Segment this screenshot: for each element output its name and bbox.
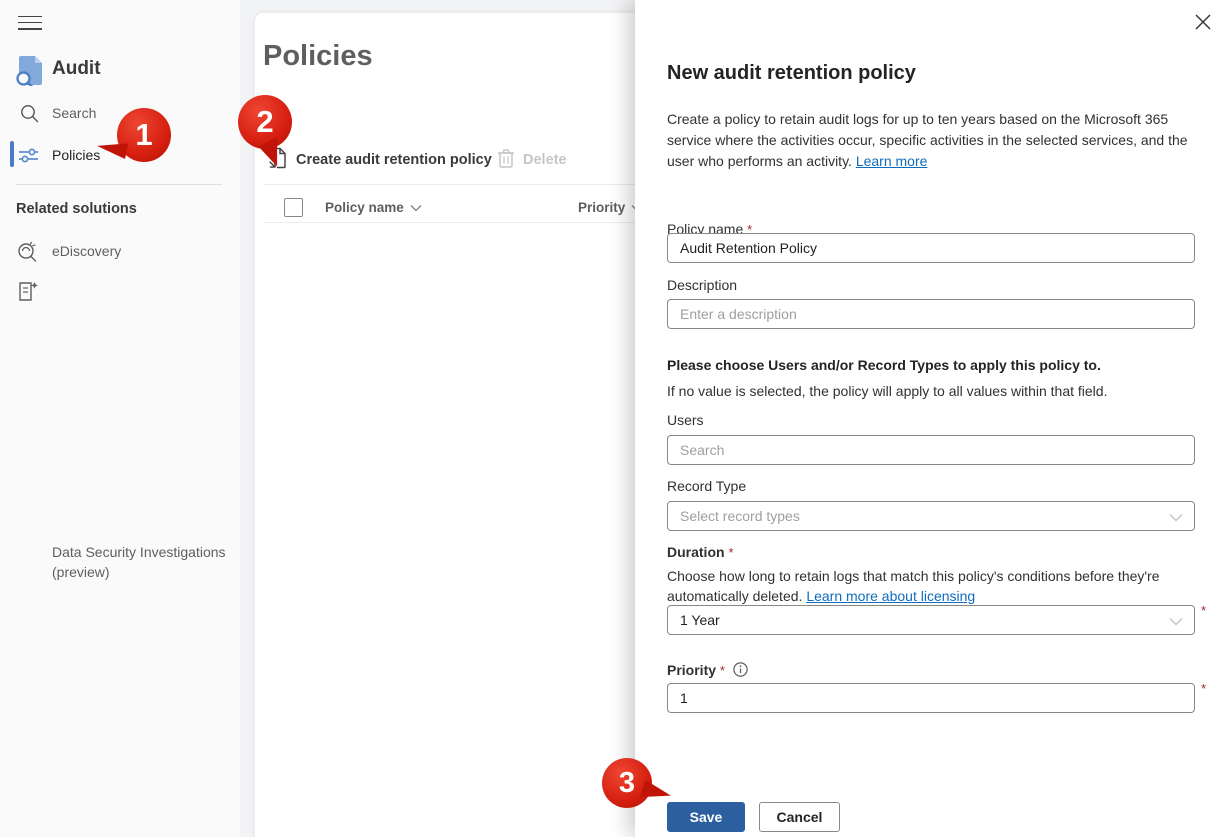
chevron-down-icon bbox=[410, 200, 422, 215]
chevron-down-icon bbox=[1169, 509, 1183, 527]
panel-intro-text: Create a policy to retain audit logs for… bbox=[667, 109, 1199, 172]
sidebar-item-policies-label: Policies bbox=[52, 147, 100, 163]
required-asterisk: * bbox=[728, 545, 733, 560]
policies-sliders-icon bbox=[18, 146, 39, 170]
users-label: Users bbox=[667, 412, 704, 428]
info-icon[interactable] bbox=[733, 664, 748, 680]
duration-label: Duration * bbox=[667, 544, 734, 560]
cancel-button-label: Cancel bbox=[777, 809, 823, 825]
delete-button[interactable]: Delete bbox=[497, 146, 567, 174]
ediscovery-icon bbox=[16, 240, 39, 268]
required-asterisk: * bbox=[720, 663, 725, 678]
priority-label-text: Priority bbox=[667, 662, 716, 678]
toolbar-divider bbox=[263, 184, 635, 185]
policy-name-input[interactable] bbox=[667, 233, 1195, 263]
callout-2-number: 2 bbox=[256, 104, 273, 140]
choose-users-heading: Please choose Users and/or Record Types … bbox=[667, 357, 1101, 373]
callout-1-number: 1 bbox=[135, 117, 152, 153]
record-type-dropdown[interactable] bbox=[667, 501, 1195, 531]
callout-3-badge: 3 bbox=[602, 758, 652, 808]
required-asterisk: * bbox=[1201, 603, 1206, 618]
callout-3-number: 3 bbox=[619, 767, 635, 800]
priority-label: Priority * bbox=[667, 662, 748, 680]
data-security-investigations-icon bbox=[16, 280, 39, 308]
callout-1-badge: 1 bbox=[117, 108, 171, 162]
policy-name-column-label: Policy name bbox=[325, 200, 404, 215]
save-button[interactable]: Save bbox=[667, 802, 745, 832]
sidebar-item-data-security-investigations[interactable]: Data Security Investigations (preview) bbox=[0, 270, 240, 316]
save-button-label: Save bbox=[690, 809, 723, 825]
sidebar-item-ediscovery[interactable]: eDiscovery bbox=[0, 238, 240, 268]
choose-users-subtext: If no value is selected, the policy will… bbox=[667, 383, 1107, 399]
duration-dropdown[interactable] bbox=[667, 605, 1195, 635]
column-header-priority[interactable]: Priority bbox=[578, 200, 643, 215]
description-input[interactable] bbox=[667, 299, 1195, 329]
duration-label-text: Duration bbox=[667, 544, 725, 560]
app-title: Audit bbox=[52, 58, 101, 80]
table-header-divider bbox=[263, 222, 635, 223]
users-search-input[interactable] bbox=[667, 435, 1195, 465]
close-icon[interactable] bbox=[1192, 11, 1214, 33]
trash-icon bbox=[497, 148, 515, 173]
sidebar-divider bbox=[16, 184, 222, 185]
chevron-down-icon bbox=[1169, 613, 1183, 631]
select-all-checkbox[interactable] bbox=[284, 198, 303, 217]
priority-column-label: Priority bbox=[578, 200, 625, 215]
create-audit-retention-policy-button[interactable]: Create audit retention policy bbox=[268, 146, 492, 174]
sidebar-item-data-security-investigations-label: Data Security Investigations (preview) bbox=[52, 542, 230, 582]
create-button-label: Create audit retention policy bbox=[296, 152, 492, 168]
duration-description: Choose how long to retain logs that matc… bbox=[667, 567, 1199, 606]
callout-2-badge: 2 bbox=[238, 95, 292, 149]
panel-title: New audit retention policy bbox=[667, 62, 916, 85]
priority-input[interactable] bbox=[667, 683, 1195, 713]
required-asterisk: * bbox=[1201, 681, 1206, 696]
description-label: Description bbox=[667, 277, 737, 293]
record-type-label: Record Type bbox=[667, 478, 746, 494]
column-header-policy-name[interactable]: Policy name bbox=[325, 200, 422, 215]
learn-more-link[interactable]: Learn more bbox=[856, 153, 928, 169]
learn-more-licensing-link[interactable]: Learn more about licensing bbox=[806, 588, 975, 604]
related-solutions-heading: Related solutions bbox=[16, 201, 137, 217]
sidebar-item-search-label: Search bbox=[52, 105, 96, 121]
audit-app-icon bbox=[16, 54, 46, 91]
search-icon bbox=[20, 104, 39, 128]
sidebar-item-ediscovery-label: eDiscovery bbox=[52, 243, 121, 259]
page-title: Policies bbox=[263, 40, 373, 73]
hamburger-menu-icon[interactable] bbox=[18, 11, 42, 31]
delete-button-label: Delete bbox=[523, 152, 567, 168]
cancel-button[interactable]: Cancel bbox=[759, 802, 840, 832]
selected-indicator-bar bbox=[10, 141, 14, 167]
